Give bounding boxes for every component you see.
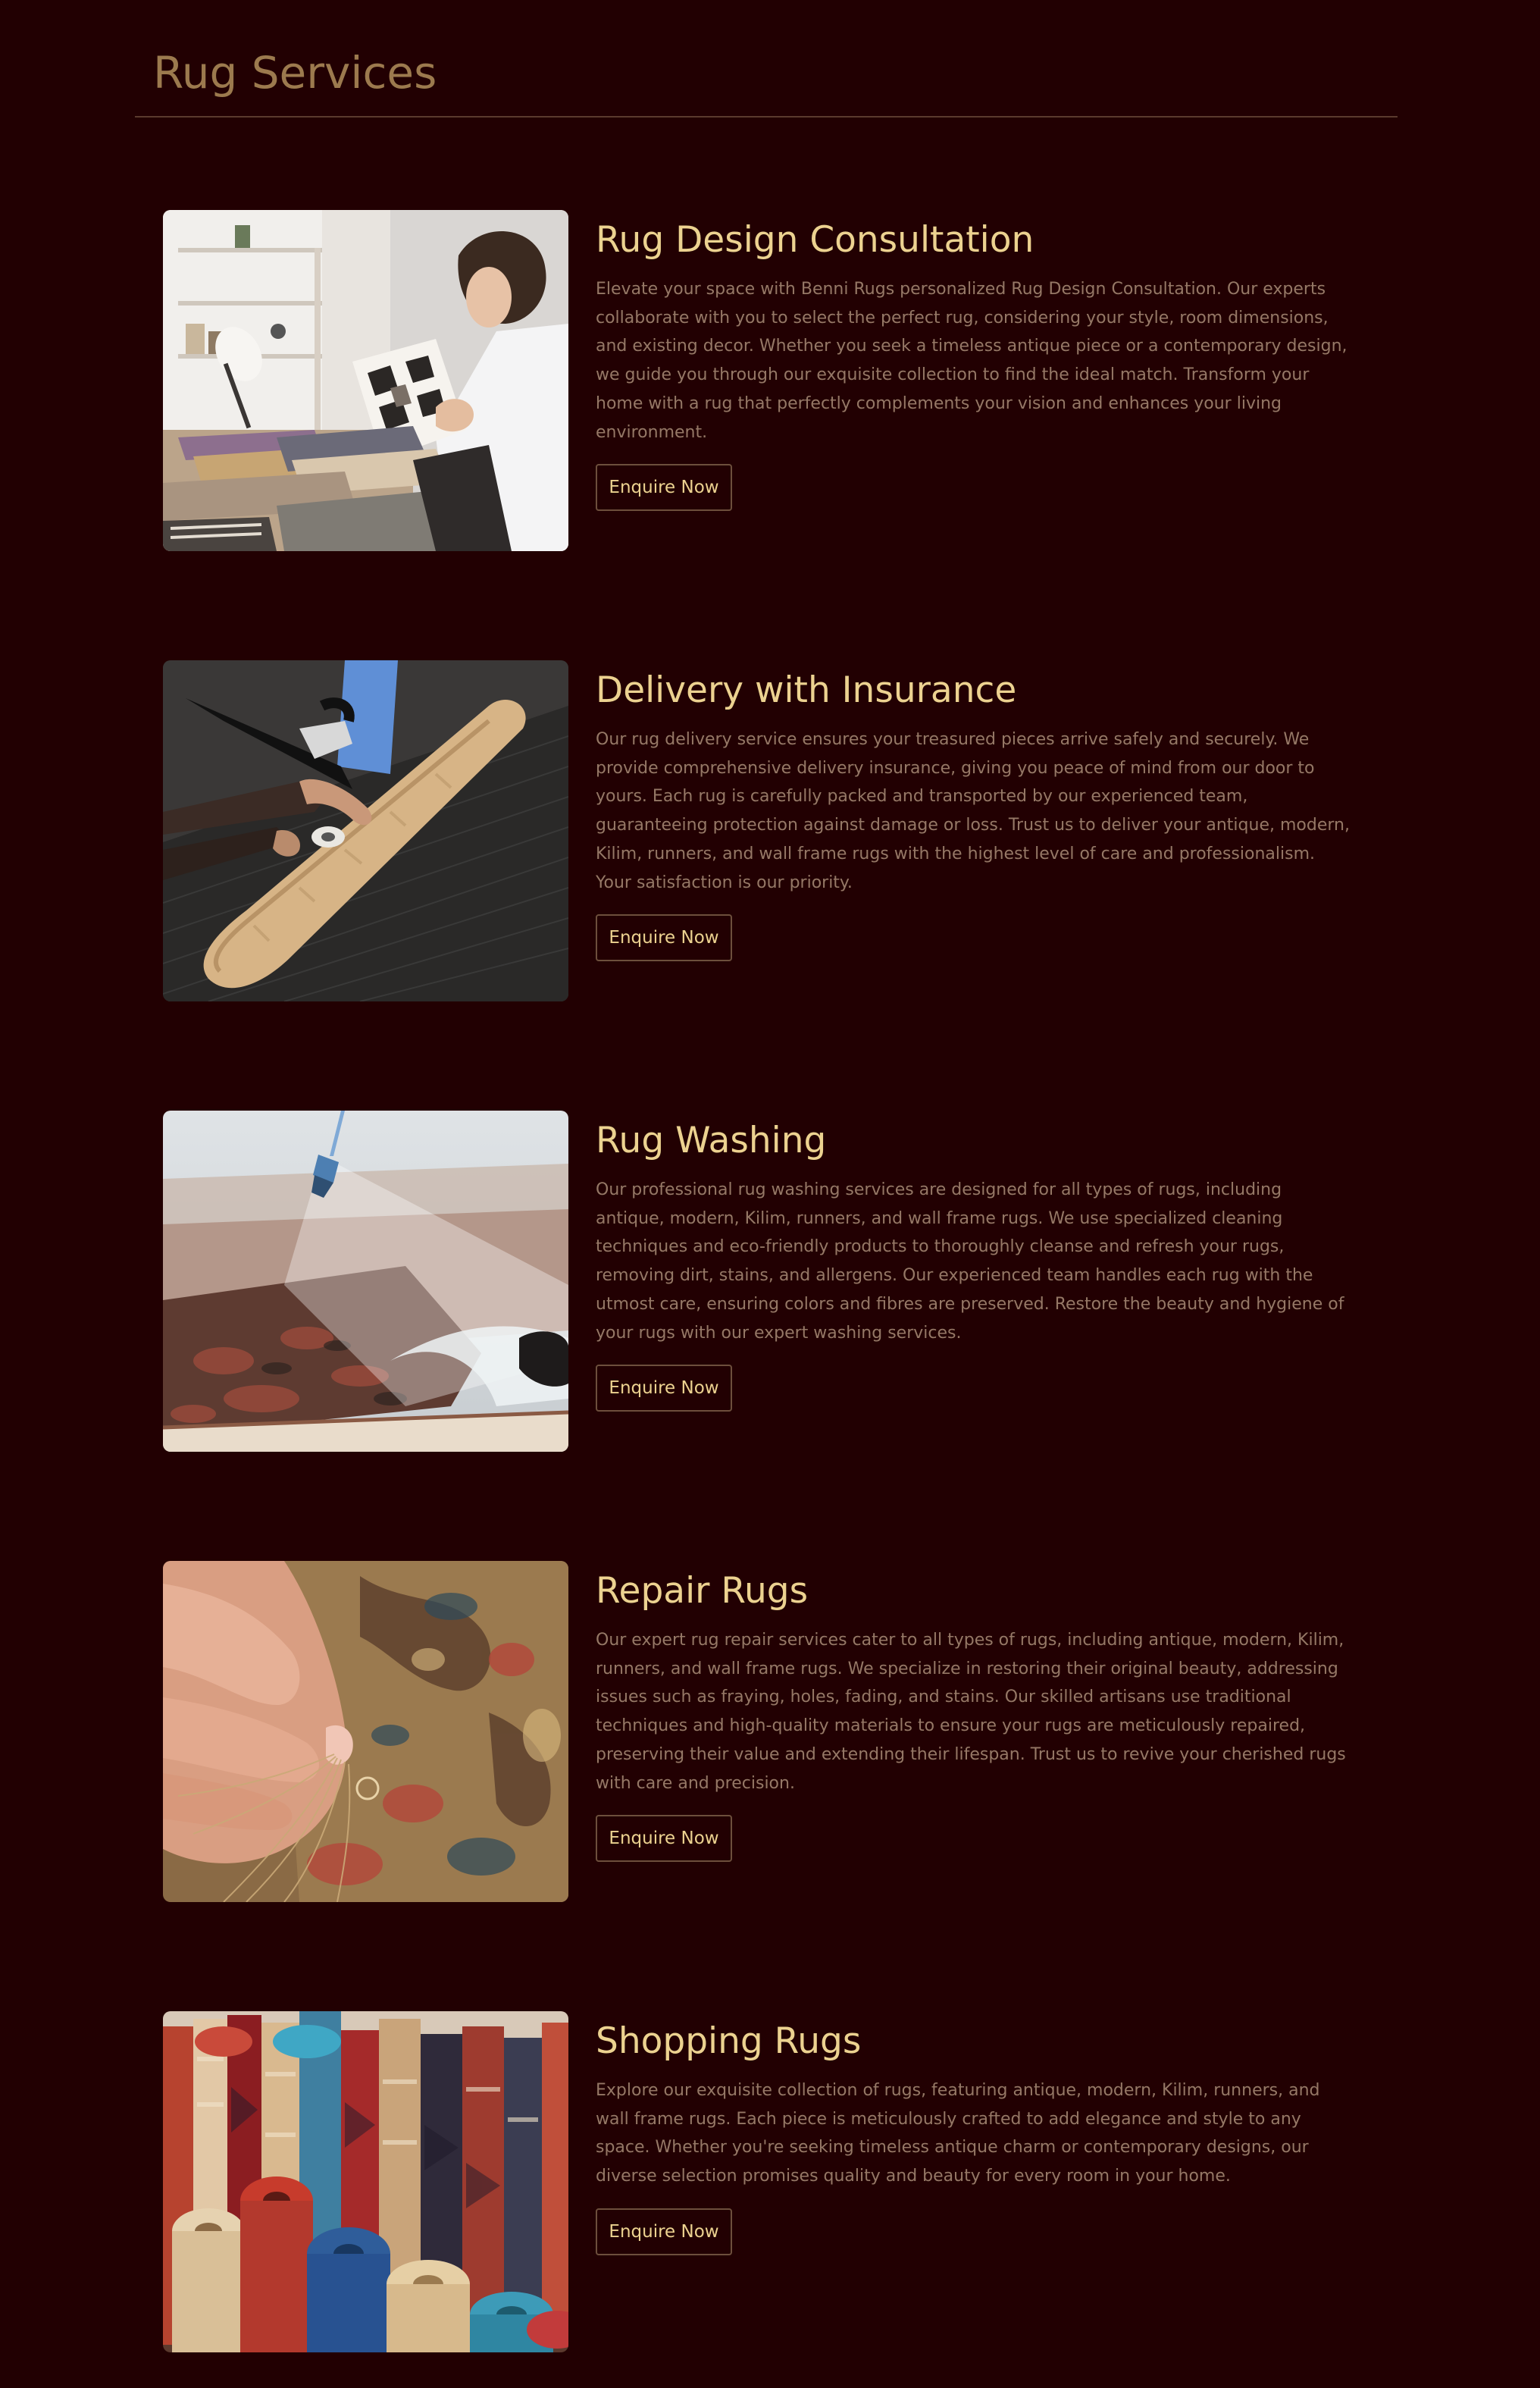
service-description: Our expert rug repair services cater to … — [596, 1631, 1346, 1793]
service-title: Rug Washing — [596, 1120, 827, 1161]
service-title: Rug Design Consultation — [596, 219, 1034, 261]
enquire-now-button[interactable]: Enquire Now — [596, 1815, 732, 1862]
service-description: Our professional rug washing services ar… — [596, 1180, 1344, 1343]
service-image-consultation — [163, 210, 568, 551]
service-description: Elevate your space with Benni Rugs perso… — [596, 280, 1348, 442]
service-rug-design-consultation: Rug Design Consultation Elevate your spa… — [163, 210, 1353, 551]
service-repair-rugs: Repair Rugs Our expert rug repair servic… — [163, 1561, 1353, 1902]
service-title: Delivery with Insurance — [596, 669, 1017, 711]
service-image-delivery — [163, 660, 568, 1001]
service-rug-washing: Rug Washing Our professional rug washing… — [163, 1111, 1353, 1452]
enquire-now-button[interactable]: Enquire Now — [596, 2208, 732, 2255]
service-shopping-rugs: Shopping Rugs Explore our exquisite coll… — [163, 2011, 1353, 2352]
delivery-photo — [163, 660, 568, 1001]
service-image-repair — [163, 1561, 568, 1902]
enquire-now-button[interactable]: Enquire Now — [596, 914, 732, 961]
consultation-photo — [163, 210, 568, 551]
service-image-washing — [163, 1111, 568, 1452]
service-title: Repair Rugs — [596, 1570, 809, 1612]
service-title: Shopping Rugs — [596, 2020, 862, 2062]
repair-photo — [163, 1561, 568, 1902]
rug-services-page: Rug Services Rug Design Consultation Ele… — [0, 0, 1540, 2388]
service-delivery-with-insurance: Delivery with Insurance Our rug delivery… — [163, 660, 1353, 1001]
enquire-now-button[interactable]: Enquire Now — [596, 1365, 732, 1412]
title-divider — [135, 116, 1398, 118]
service-image-shopping — [163, 2011, 568, 2352]
service-description: Explore our exquisite collection of rugs… — [596, 2081, 1320, 2186]
service-description: Our rug delivery service ensures your tr… — [596, 730, 1350, 892]
washing-photo — [163, 1111, 568, 1452]
page-title: Rug Services — [153, 47, 437, 99]
enquire-now-button[interactable]: Enquire Now — [596, 464, 732, 511]
shopping-photo — [163, 2011, 568, 2352]
